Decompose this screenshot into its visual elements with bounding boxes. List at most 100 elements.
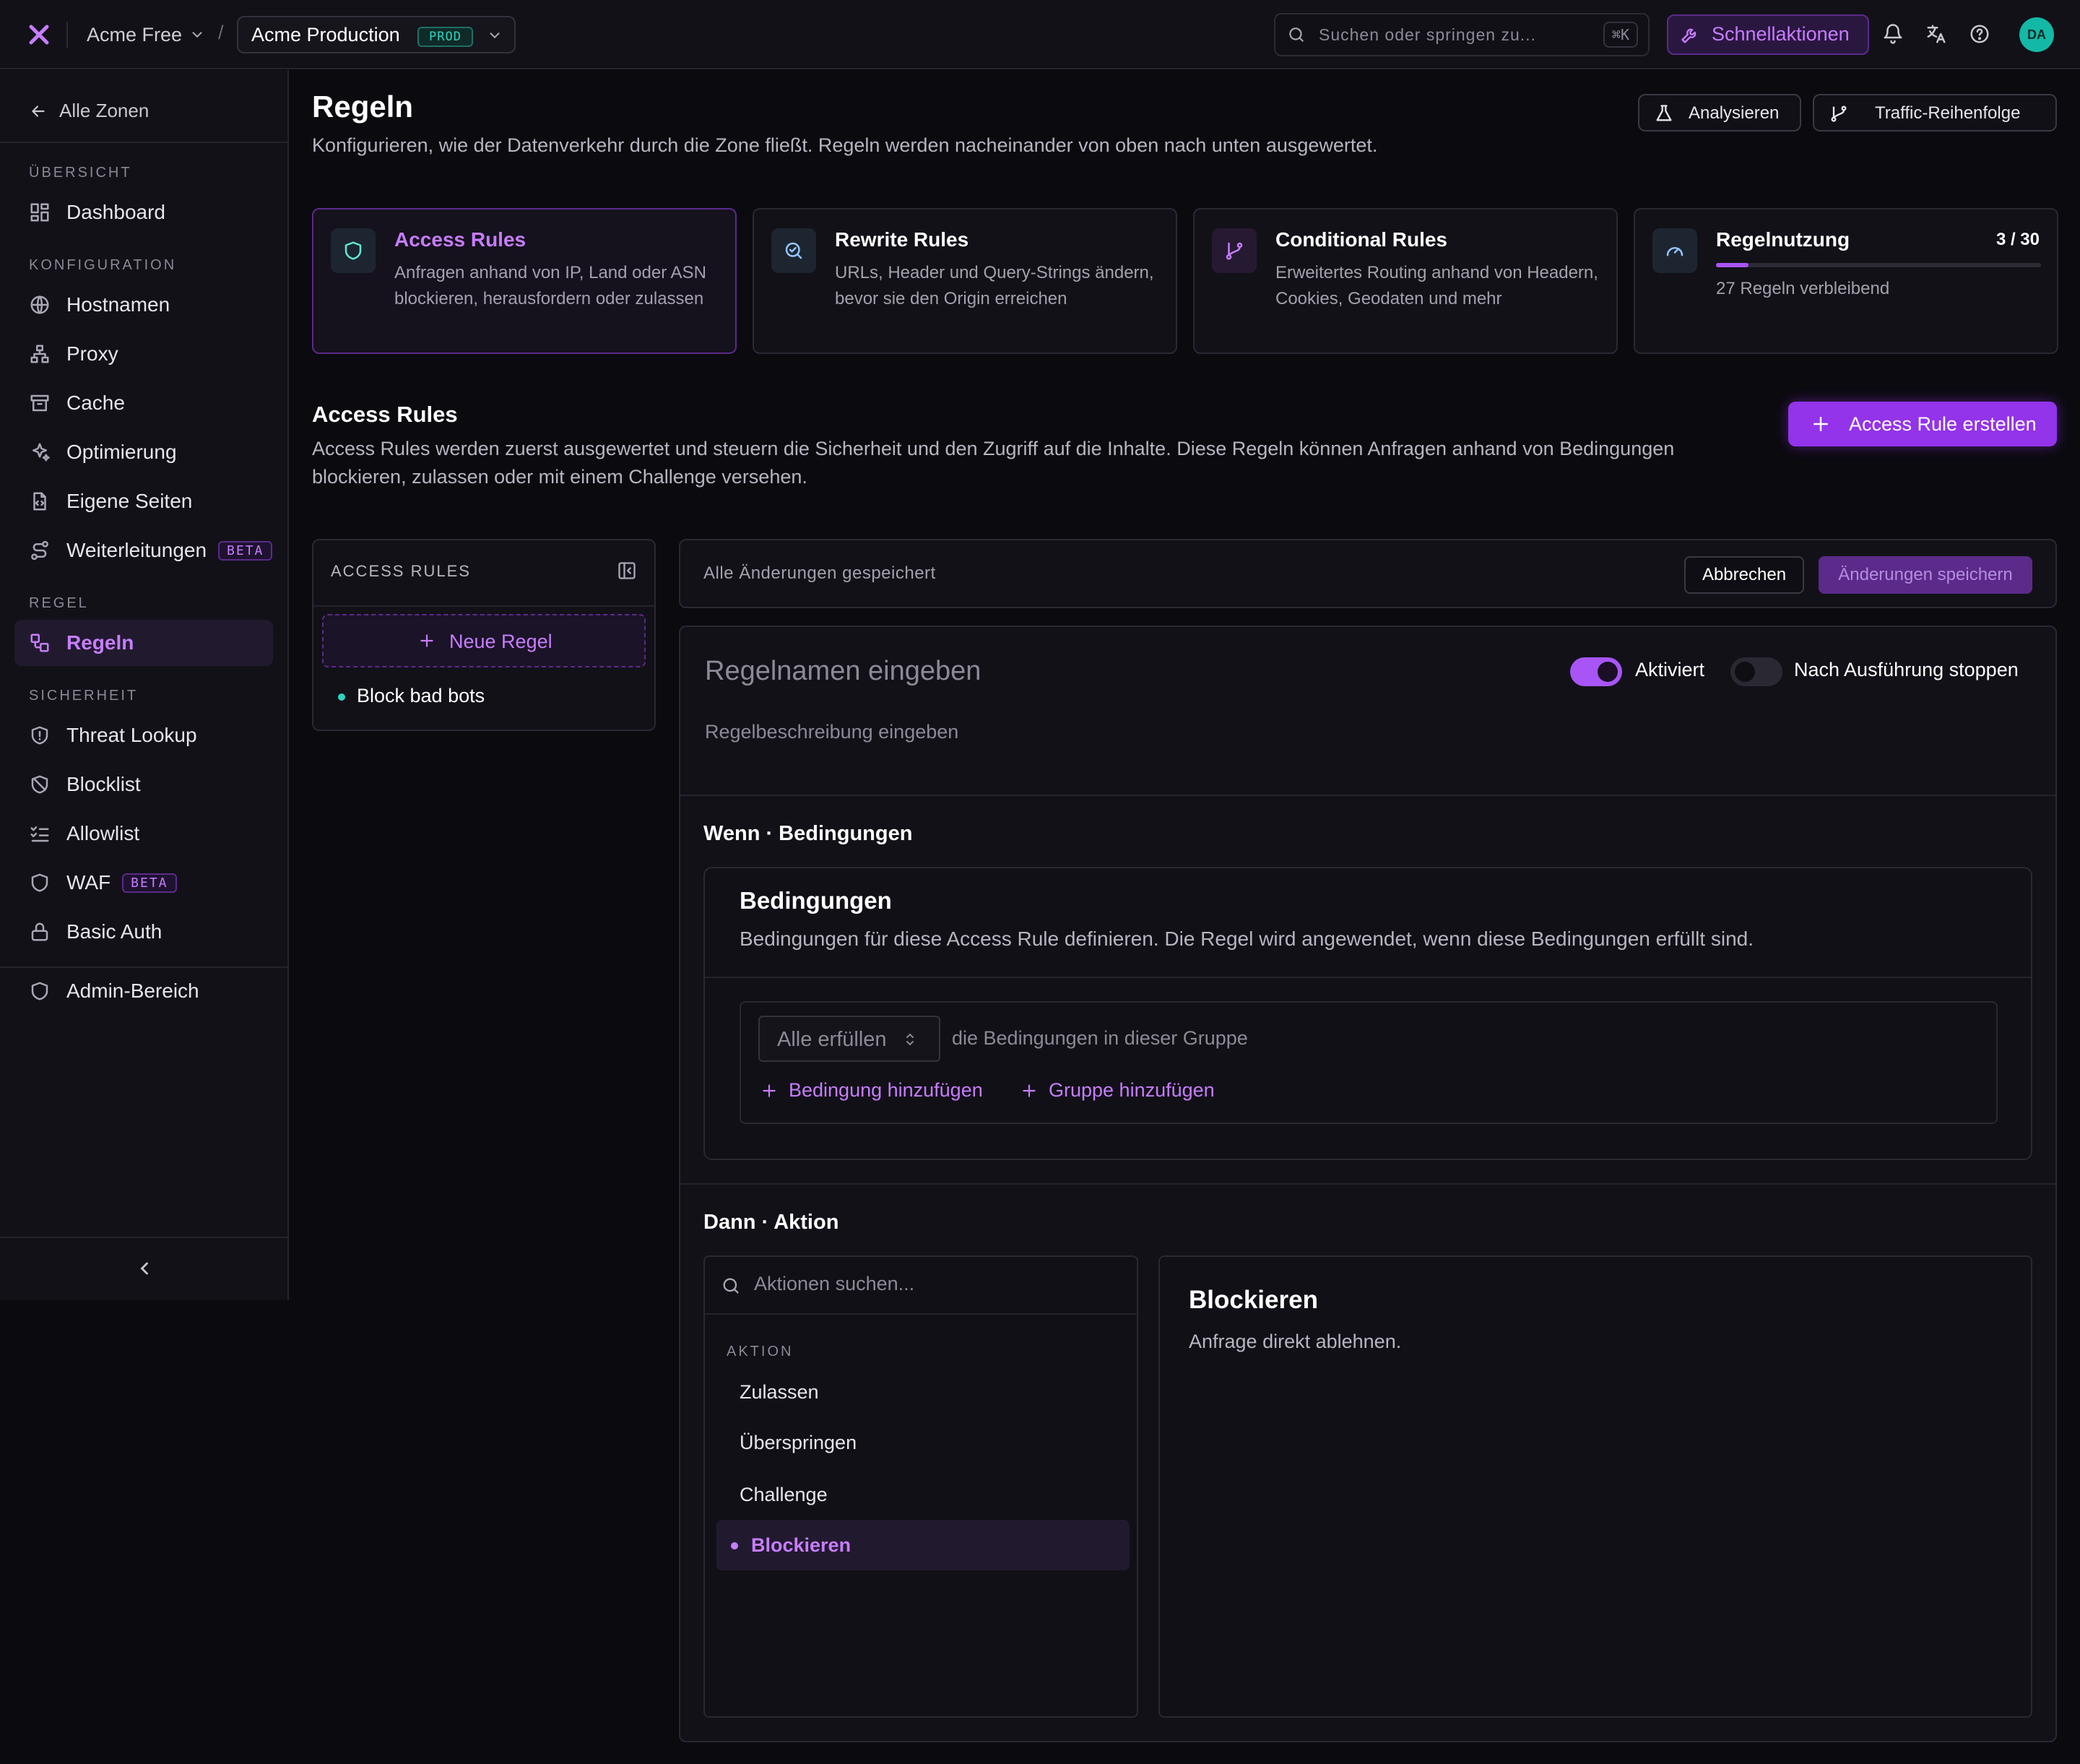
save-changes-button[interactable]: Änderungen speichern bbox=[1819, 556, 2032, 594]
add-condition-button[interactable]: Bedingung hinzufügen bbox=[760, 1079, 983, 1102]
back-to-zones-link[interactable]: Alle Zonen bbox=[29, 100, 149, 122]
chevron-down-icon bbox=[192, 32, 202, 38]
sidebar-item-optimization[interactable]: Optimierung bbox=[14, 429, 273, 475]
sidebar-item-label: Regeln bbox=[66, 631, 134, 654]
sidebar-item-label: Eigene Seiten bbox=[66, 490, 193, 512]
rule-editor: Regelnamen eingeben Aktiviert Nach Ausfü… bbox=[679, 626, 2057, 1742]
list-item[interactable]: Block bad bots bbox=[322, 679, 646, 714]
shield-alert-icon bbox=[31, 726, 48, 745]
rule-name-placeholder: Regelnamen eingeben bbox=[705, 656, 982, 686]
create-access-rule-button[interactable]: Access Rule erstellen bbox=[1788, 402, 2057, 446]
editor-divider bbox=[680, 1183, 2055, 1185]
sidebar-item-redirects[interactable]: Weiterleitungen BETA bbox=[14, 527, 273, 574]
network-icon bbox=[30, 345, 49, 363]
org-switcher[interactable]: Acme Free bbox=[87, 22, 205, 48]
shield-off-icon bbox=[31, 775, 48, 794]
rule-name-input[interactable]: Regelnamen eingeben bbox=[705, 656, 1499, 699]
section-description: Access Rules werden zuerst ausgewertet u… bbox=[312, 438, 1675, 488]
action-item-block[interactable]: Blockieren bbox=[716, 1520, 1130, 1570]
sidebar-item-cache[interactable]: Cache bbox=[14, 380, 273, 426]
sidebar-item-label: Threat Lookup bbox=[66, 724, 197, 746]
cancel-button[interactable]: Abbrechen bbox=[1684, 556, 1804, 594]
save-status: Alle Änderungen gespeichert bbox=[703, 563, 936, 583]
sidebar-item-waf[interactable]: WAF BETA bbox=[14, 860, 273, 906]
sidebar-item-hostnames[interactable]: Hostnamen bbox=[14, 282, 273, 328]
action-search-placeholder: Aktionen suchen... bbox=[754, 1273, 915, 1294]
card-rewrite-rules[interactable]: Rewrite Rules URLs, Header und Query-Str… bbox=[753, 208, 1177, 354]
card-conditional-rules[interactable]: Conditional Rules Erweitertes Routing an… bbox=[1193, 208, 1618, 354]
card-access-rules[interactable]: Access Rules Anfragen anhand von IP, Lan… bbox=[312, 208, 737, 354]
conditions-panel: Bedingungen Bedingungen für diese Access… bbox=[703, 867, 2032, 1160]
stop-after-toggle[interactable] bbox=[1730, 657, 1782, 686]
sidebar-section-config: KONFIGURATION bbox=[29, 257, 177, 273]
new-rule-button[interactable]: Neue Regel bbox=[322, 614, 646, 667]
sidebar-item-rules[interactable]: Regeln bbox=[14, 620, 273, 666]
action-item-skip[interactable]: Überspringen bbox=[716, 1417, 1130, 1468]
sidebar-item-allowlist[interactable]: Allowlist bbox=[14, 810, 273, 857]
sidebar-item-label: Admin-Bereich bbox=[66, 980, 199, 1002]
sidebar-divider bbox=[0, 142, 287, 143]
enabled-toggle[interactable] bbox=[1570, 657, 1622, 686]
lock-icon bbox=[31, 922, 48, 941]
gauge-icon bbox=[1666, 247, 1684, 256]
sidebar-item-label: Dashboard bbox=[66, 201, 165, 223]
global-search[interactable]: Suchen oder springen zu... ⌘K bbox=[1274, 13, 1650, 56]
page-subtitle: Konfigurieren, wie der Datenverkehr durc… bbox=[312, 134, 1378, 156]
search-placeholder: Suchen oder springen zu... bbox=[1319, 25, 1536, 44]
app-logo-icon[interactable] bbox=[27, 23, 51, 46]
sidebar-section-overview: ÜBERSICHT bbox=[29, 165, 132, 181]
help-icon[interactable] bbox=[1969, 23, 1990, 45]
stop-after-label: Nach Ausführung stoppen bbox=[1794, 659, 2019, 680]
action-item-challenge[interactable]: Challenge bbox=[716, 1469, 1130, 1520]
sidebar-collapse-button[interactable] bbox=[0, 1237, 287, 1300]
sidebar-item-admin[interactable]: Admin-Bereich bbox=[14, 968, 273, 1014]
conditions-description: Bedingungen für diese Access Rule defini… bbox=[740, 928, 1754, 950]
sidebar bbox=[0, 70, 289, 1300]
analyze-label: Analysieren bbox=[1689, 103, 1780, 123]
traffic-order-label: Traffic-Reihenfolge bbox=[1875, 103, 2021, 123]
git-branch-icon bbox=[1226, 242, 1243, 260]
plus-icon bbox=[1023, 1084, 1036, 1097]
environment-selector[interactable]: Acme Production PROD bbox=[237, 16, 516, 53]
sidebar-item-label: WAF BETA bbox=[66, 871, 177, 894]
wrench-icon bbox=[1681, 28, 1696, 43]
panel-collapse-icon[interactable] bbox=[617, 561, 637, 581]
chevron-left-icon bbox=[140, 1262, 148, 1275]
action-label: Challenge bbox=[740, 1484, 828, 1505]
sidebar-item-custom-pages[interactable]: Eigene Seiten bbox=[14, 478, 273, 524]
add-group-button[interactable]: Gruppe hinzufügen bbox=[1020, 1079, 1215, 1102]
analyze-button[interactable]: Analysieren bbox=[1638, 94, 1801, 131]
sidebar-item-blocklist[interactable]: Blocklist bbox=[14, 761, 273, 808]
sidebar-item-label: Hostnamen bbox=[66, 293, 170, 316]
action-label: Blockieren bbox=[751, 1534, 852, 1556]
sidebar-item-dashboard[interactable]: Dashboard bbox=[14, 189, 273, 235]
action-search-input[interactable]: Aktionen suchen... bbox=[705, 1257, 1137, 1315]
notifications-bell-icon[interactable] bbox=[1882, 23, 1904, 45]
rule-description-input[interactable]: Regelbeschreibung eingeben bbox=[705, 721, 1716, 753]
search-check-icon bbox=[785, 242, 802, 259]
search-icon bbox=[723, 1278, 739, 1294]
sidebar-item-basic-auth[interactable]: Basic Auth bbox=[14, 909, 273, 955]
card-icon-wrap bbox=[1212, 228, 1257, 273]
user-avatar[interactable]: DA bbox=[2019, 17, 2054, 52]
section-title: Access Rules bbox=[312, 402, 458, 427]
breadcrumb-separator: / bbox=[218, 22, 224, 43]
traffic-order-button[interactable]: Traffic-Reihenfolge bbox=[1813, 94, 2057, 131]
chevron-updown-icon bbox=[490, 33, 500, 39]
usage-title: Regelnutzung bbox=[1716, 228, 1850, 251]
card-title: Conditional Rules bbox=[1275, 228, 1447, 251]
sidebar-item-label: Optimierung bbox=[66, 441, 177, 463]
sidebar-item-label: Proxy bbox=[66, 342, 118, 365]
sidebar-item-threat-lookup[interactable]: Threat Lookup bbox=[14, 712, 273, 758]
match-mode-select[interactable]: Alle erfüllen bbox=[758, 1016, 940, 1062]
sidebar-item-proxy[interactable]: Proxy bbox=[14, 331, 273, 377]
quick-actions-button[interactable]: Schnellaktionen bbox=[1667, 14, 1869, 55]
sidebar-section-rule: REGEL bbox=[29, 595, 89, 611]
sidebar-item-label: Basic Auth bbox=[66, 920, 162, 943]
action-item-allow[interactable]: Zulassen bbox=[716, 1367, 1130, 1417]
language-translate-icon[interactable] bbox=[1925, 23, 1947, 45]
list-checks-icon bbox=[30, 826, 49, 842]
shield-icon bbox=[344, 241, 362, 260]
add-group-label: Gruppe hinzufügen bbox=[1049, 1079, 1215, 1101]
match-mode-suffix: die Bedingungen in dieser Gruppe bbox=[952, 1027, 1248, 1049]
